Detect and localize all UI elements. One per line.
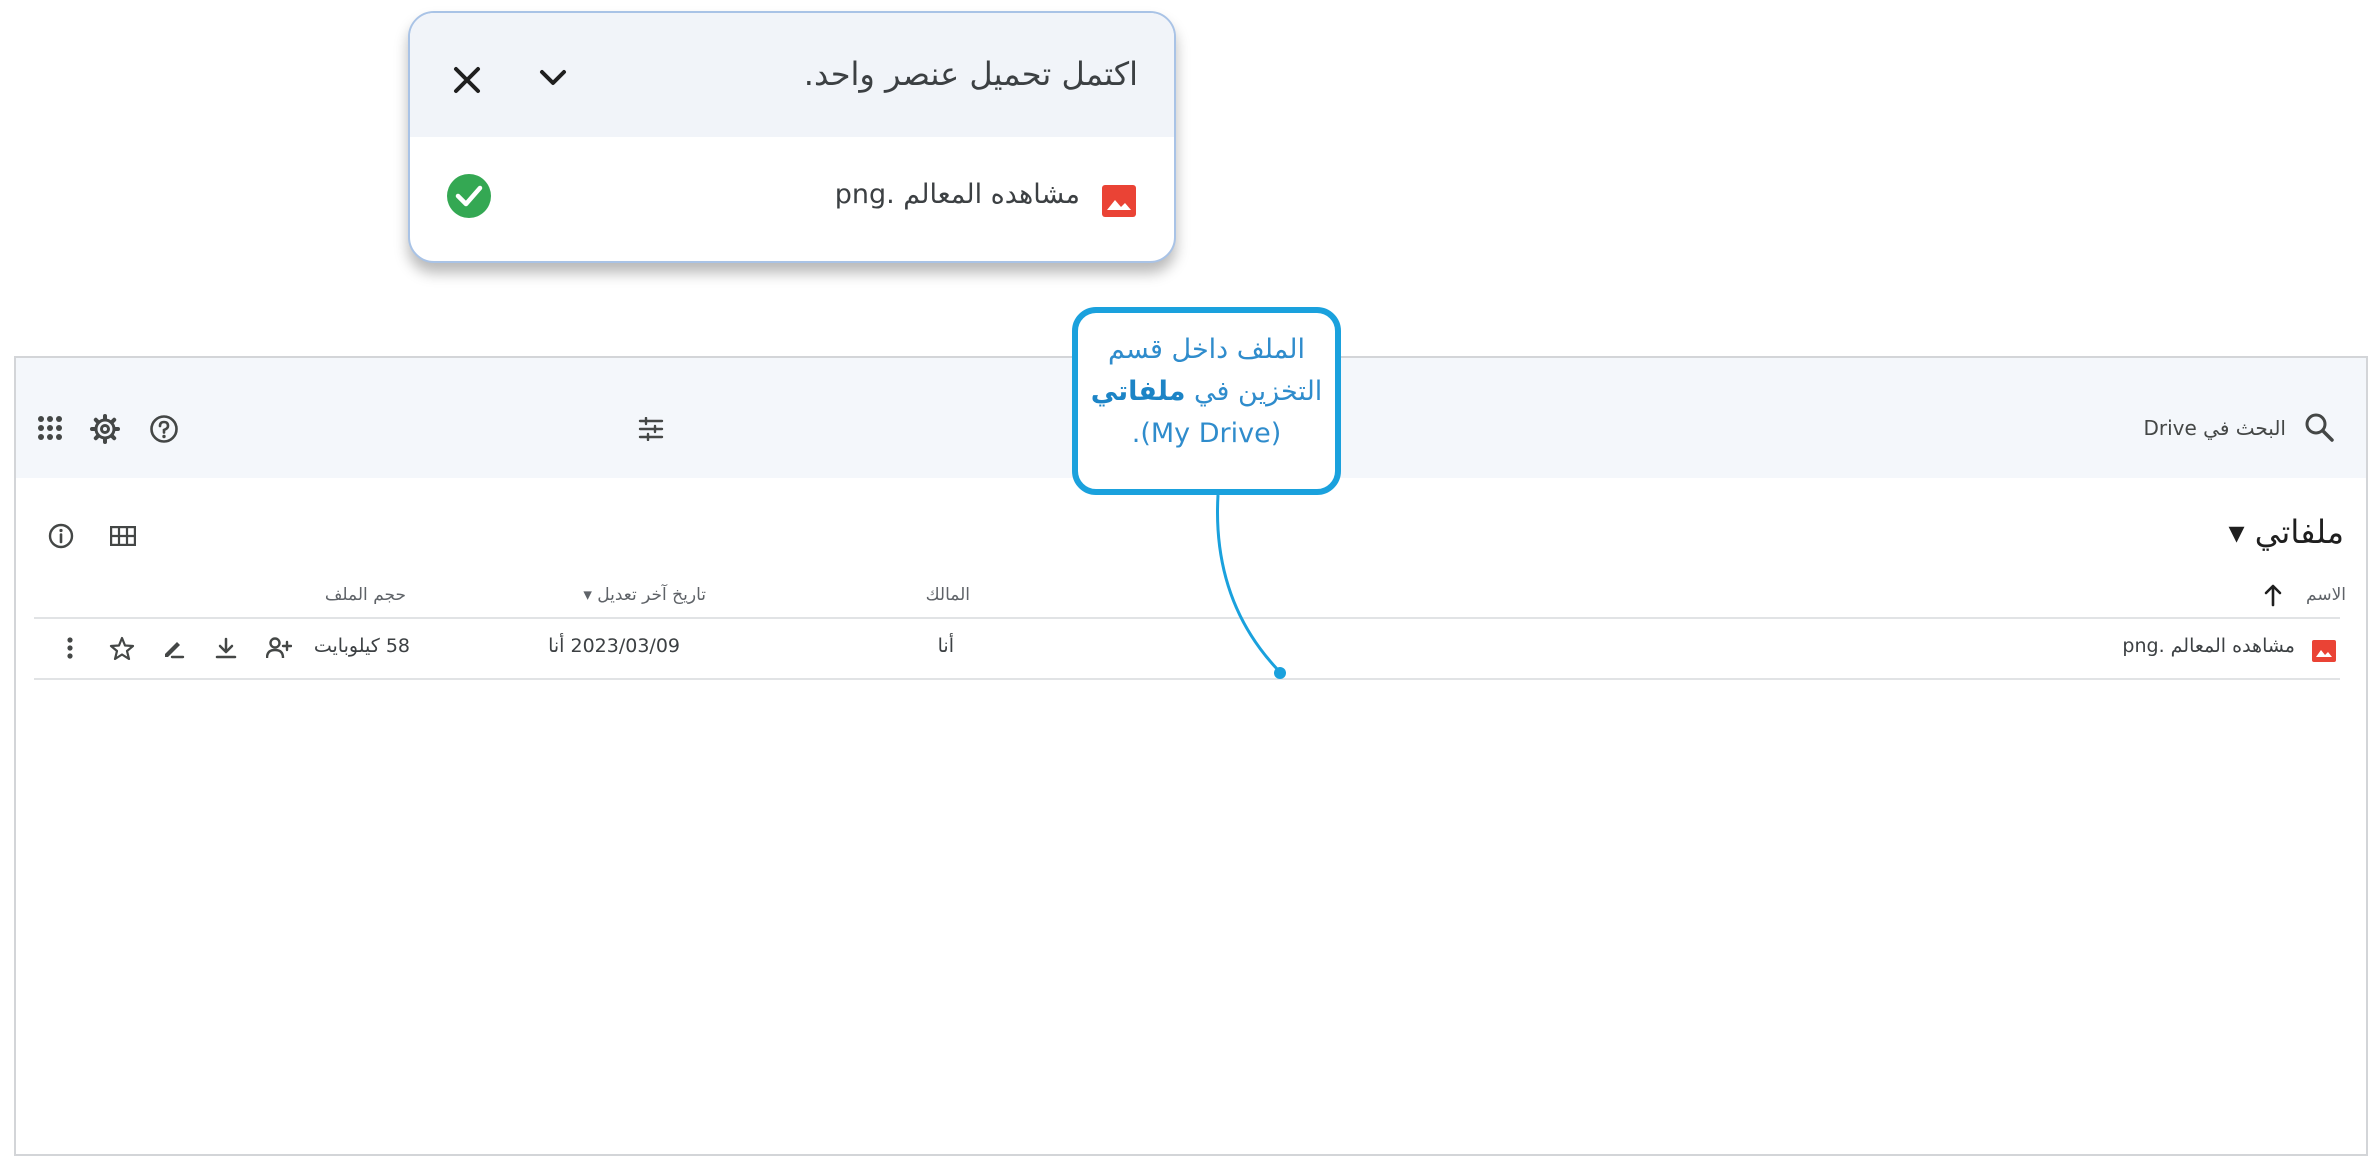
callout-line-2: التخزين في ملفاتي	[1078, 371, 1335, 413]
callout-line-1: الملف داخل قسم	[1107, 334, 1305, 365]
callout-line-2-prefix: التخزين في	[1185, 376, 1323, 407]
callout-line-3: (My Drive).	[1131, 418, 1282, 449]
callout-line-2-bold: ملفاتي	[1090, 376, 1186, 407]
callout-box: الملف داخل قسم التخزين في ملفاتي (My Dri…	[1072, 307, 1341, 495]
callout-leader-line	[1216, 494, 1286, 679]
